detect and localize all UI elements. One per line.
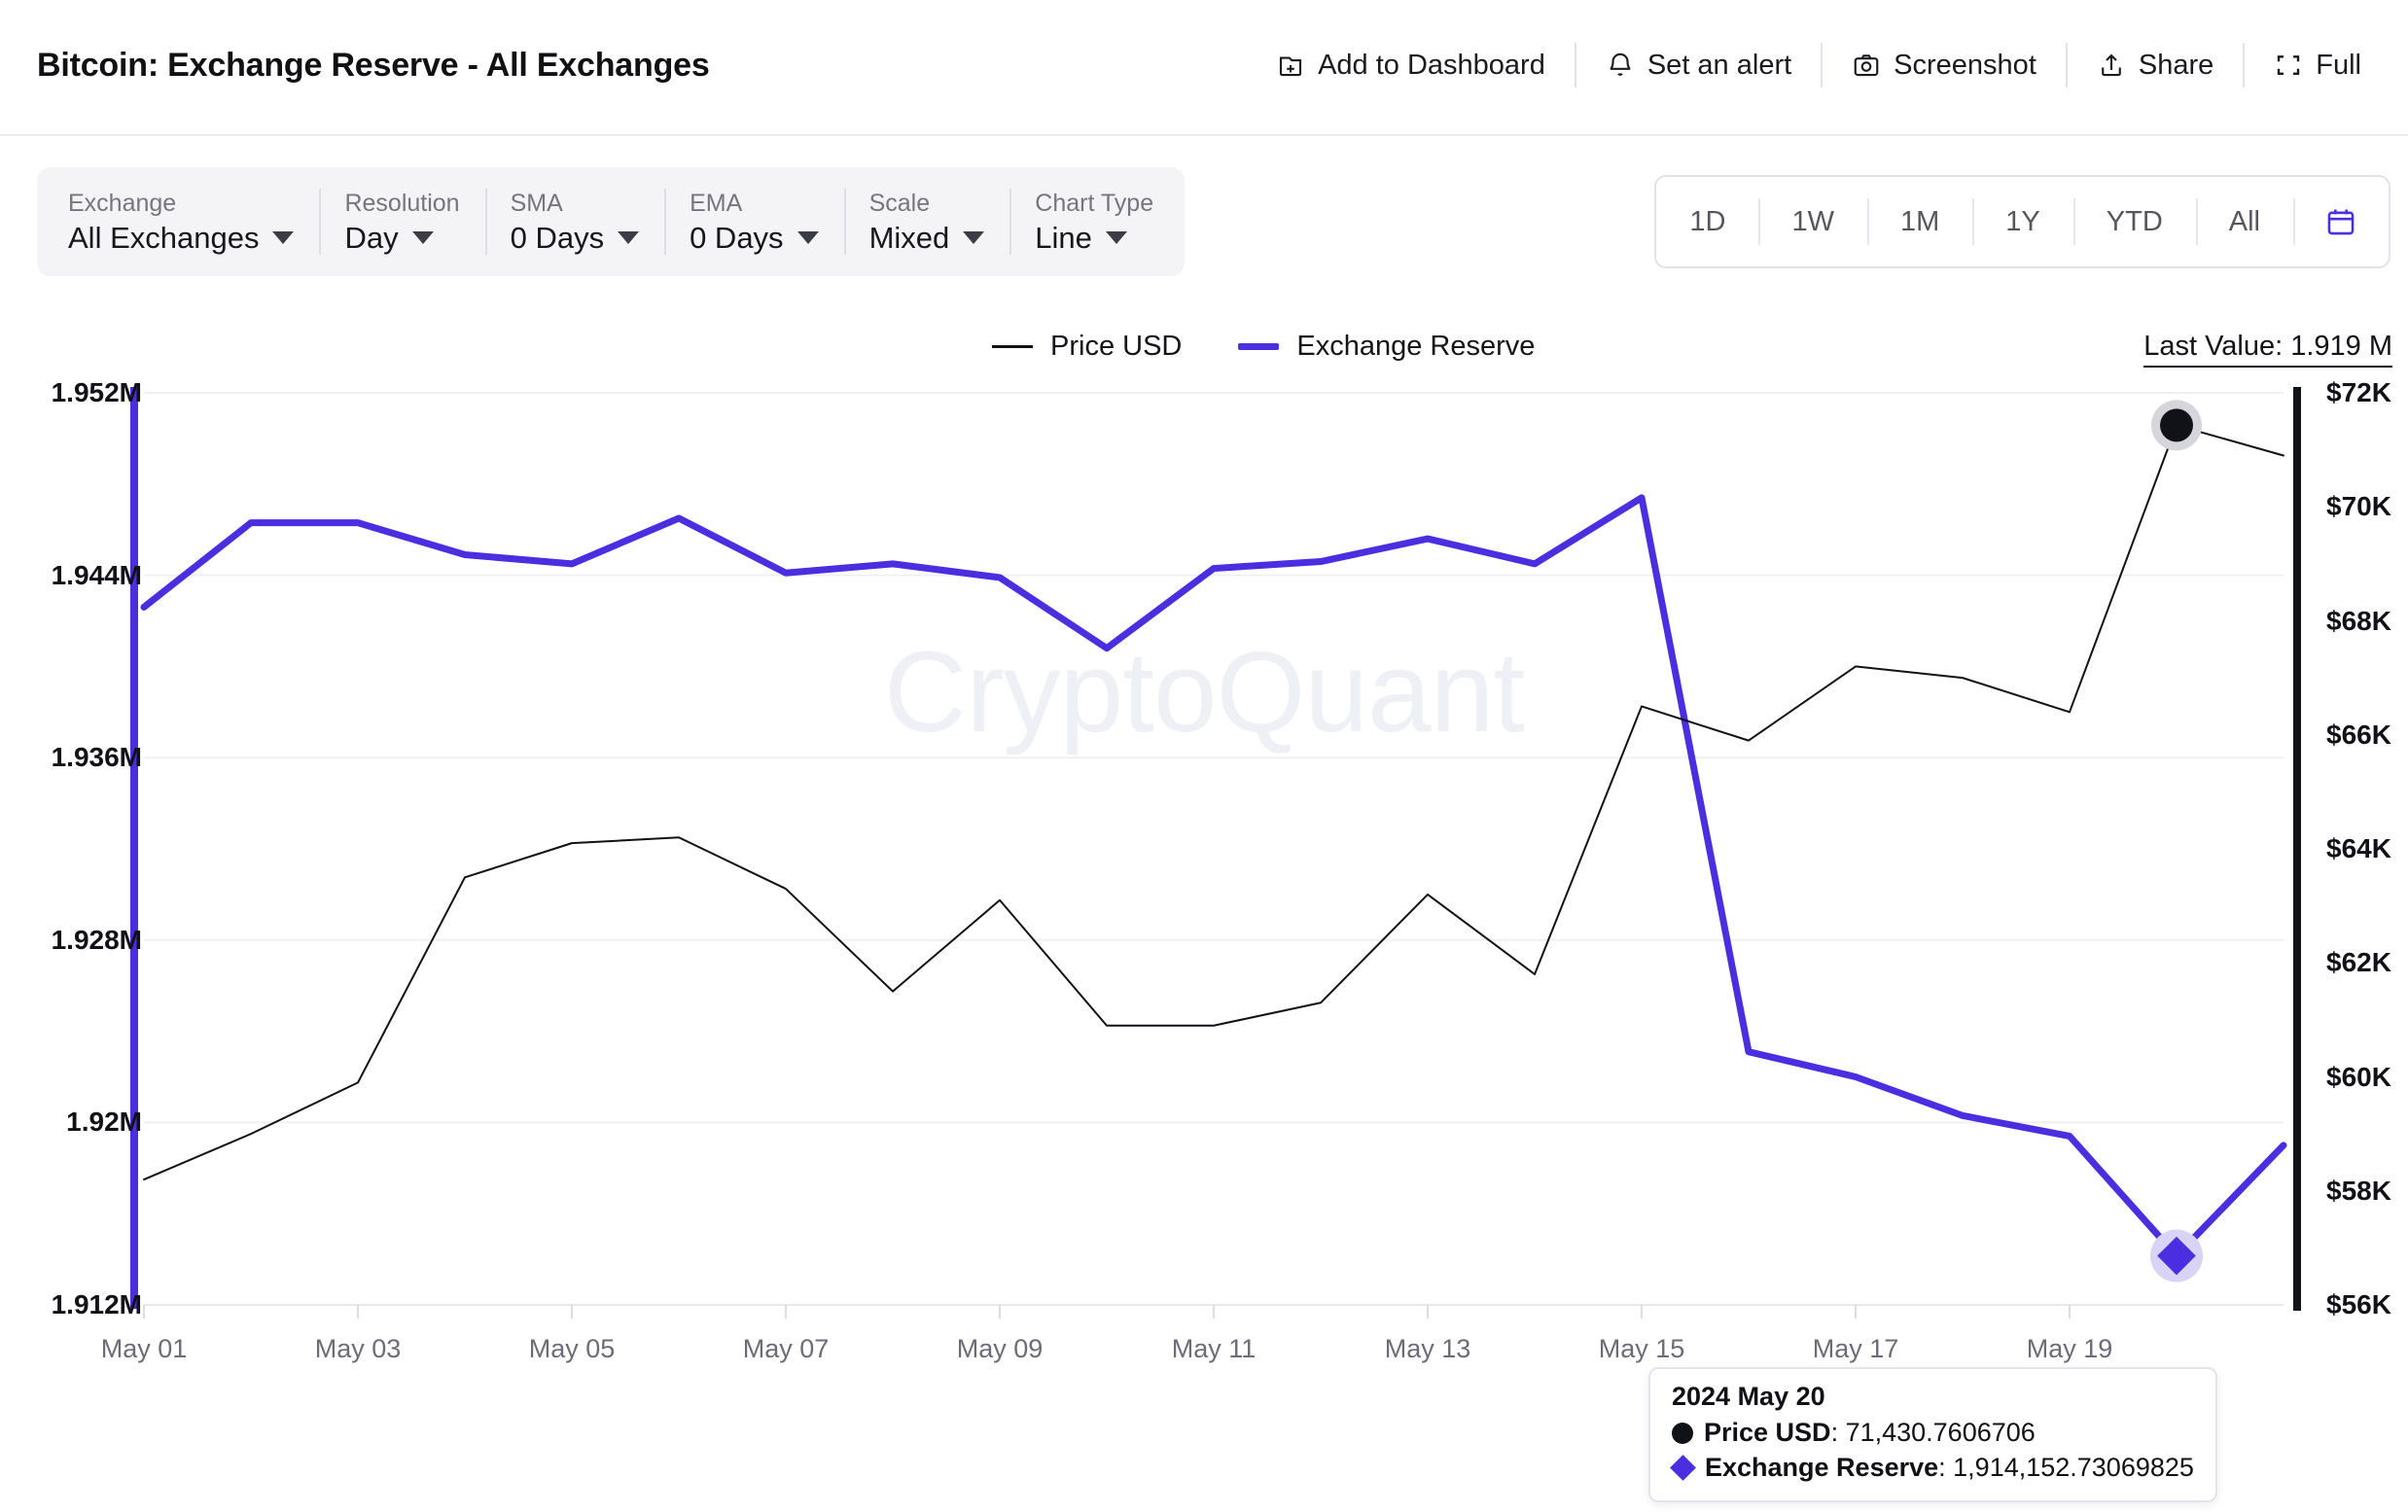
add-to-dashboard-label: Add to Dashboard bbox=[1318, 49, 1545, 81]
x-axis-tick: May 19 bbox=[2026, 1334, 2113, 1363]
filter-chart-type-label: Chart Type bbox=[1035, 189, 1154, 217]
filter-ema-value: 0 Days bbox=[690, 220, 784, 255]
filter-sma-value: 0 Days bbox=[510, 220, 605, 255]
fullscreen-label: Full bbox=[2316, 49, 2361, 81]
chevron-down-icon bbox=[618, 230, 640, 244]
share-icon bbox=[2102, 53, 2121, 77]
filter-resolution-value: Day bbox=[344, 220, 399, 255]
x-axis-tick: May 03 bbox=[314, 1334, 402, 1363]
y-axis-right-tick: $64K bbox=[2326, 833, 2391, 863]
x-axis-tick: May 07 bbox=[742, 1334, 830, 1363]
y-axis-right-tick: $62K bbox=[2326, 947, 2391, 978]
filter-sma-label: SMA bbox=[510, 189, 563, 217]
filter-sma[interactable]: SMA 0 Days bbox=[484, 167, 664, 276]
chevron-down-icon bbox=[272, 230, 295, 244]
y-axis-left-tick: 1.944M bbox=[51, 559, 142, 590]
share-button[interactable]: Share bbox=[2068, 33, 2243, 97]
fullscreen-button[interactable]: Full bbox=[2245, 33, 2390, 97]
diamond-marker-icon bbox=[1670, 1455, 1696, 1481]
tooltip-date: 2024 May 20 bbox=[1672, 1382, 1825, 1411]
filter-resolution-label: Resolution bbox=[344, 189, 460, 217]
filter-ema[interactable]: EMA 0 Days bbox=[664, 167, 843, 276]
range-button-1d[interactable]: 1D bbox=[1656, 177, 1758, 266]
tooltip-key-price-usd: Price USD bbox=[1704, 1418, 1831, 1447]
fullscreen-icon bbox=[2278, 55, 2300, 75]
filter-scale-value: Mixed bbox=[868, 220, 950, 255]
range-button-1w[interactable]: 1W bbox=[1758, 177, 1867, 266]
chart-tooltip: 2024 May 20 Price USD: 71,430.7606706 Ex… bbox=[1648, 1367, 2217, 1503]
y-axis-left-tick: 1.952M bbox=[51, 377, 142, 407]
filter-scale-label: Scale bbox=[868, 189, 931, 217]
y-axis-right-tick: $70K bbox=[2326, 491, 2391, 522]
legend-label-exchange-reserve: Exchange Reserve bbox=[1296, 331, 1536, 362]
camera-icon bbox=[1854, 54, 1879, 77]
y-axis-right-tick: $72K bbox=[2326, 377, 2391, 407]
tooltip-row-exchange-reserve: Exchange Reserve: 1,914,152.73069825 bbox=[1670, 1451, 2194, 1486]
legend-item-exchange-reserve[interactable]: Exchange Reserve bbox=[1238, 331, 1535, 363]
calendar-icon bbox=[2327, 209, 2355, 235]
tooltip-value-price-usd: 71,430.7606706 bbox=[1845, 1418, 2036, 1447]
x-axis-tick: May 13 bbox=[1384, 1334, 1471, 1363]
x-axis-tick: May 09 bbox=[956, 1334, 1044, 1363]
chart-header: Bitcoin: Exchange Reserve - All Exchange… bbox=[0, 0, 2408, 136]
y-axis-left-tick: 1.92M bbox=[66, 1107, 142, 1138]
chevron-down-icon bbox=[963, 230, 985, 244]
screenshot-label: Screenshot bbox=[1894, 49, 2036, 81]
range-button-1m[interactable]: 1M bbox=[1866, 177, 1972, 266]
range-button-all[interactable]: All bbox=[2195, 177, 2293, 266]
y-axis-right-tick: $58K bbox=[2326, 1175, 2391, 1206]
x-axis-tick: May 15 bbox=[1598, 1334, 1685, 1363]
filter-chart-type[interactable]: Chart Type Line bbox=[1009, 167, 1179, 276]
legend-swatch-price-usd bbox=[992, 345, 1033, 348]
x-axis-tick: May 05 bbox=[528, 1334, 616, 1363]
filter-chart-type-value: Line bbox=[1035, 220, 1092, 255]
set-an-alert-label: Set an alert bbox=[1647, 49, 1792, 81]
set-an-alert-button[interactable]: Set an alert bbox=[1576, 33, 1821, 97]
calendar-button[interactable] bbox=[2293, 177, 2389, 266]
filter-resolution[interactable]: Resolution Day bbox=[319, 167, 484, 276]
y-axis-right-tick: $68K bbox=[2326, 605, 2391, 636]
share-label: Share bbox=[2138, 49, 2214, 81]
y-axis-right-tick: $60K bbox=[2326, 1061, 2391, 1092]
tooltip-row-price-usd: Price USD: 71,430.7606706 bbox=[1672, 1416, 2194, 1451]
filter-exchange-value: All Exchanges bbox=[68, 220, 260, 255]
y-axis-right-tick: $56K bbox=[2326, 1289, 2391, 1319]
header-action-bar: Add to Dashboard Set an alert Screenshot bbox=[1247, 33, 2390, 97]
range-button-1y[interactable]: 1Y bbox=[1972, 177, 2072, 266]
filter-scale[interactable]: Scale Mixed bbox=[843, 167, 1010, 276]
x-axis-tick: May 17 bbox=[1812, 1334, 1899, 1363]
legend-label-price-usd: Price USD bbox=[1050, 331, 1183, 362]
add-to-dashboard-button[interactable]: Add to Dashboard bbox=[1247, 33, 1575, 97]
y-axis-left-tick: 1.928M bbox=[51, 924, 142, 955]
legend-item-price-usd[interactable]: Price USD bbox=[992, 331, 1182, 363]
last-value-indicator[interactable]: Last Value: 1.919 M bbox=[2143, 331, 2392, 368]
add-to-dashboard-icon bbox=[1280, 56, 1302, 77]
page-title: Bitcoin: Exchange Reserve - All Exchange… bbox=[37, 47, 710, 84]
chevron-down-icon bbox=[411, 230, 434, 244]
tooltip-value-exchange-reserve: 1,914,152.73069825 bbox=[1953, 1452, 2194, 1482]
filter-exchange-label: Exchange bbox=[68, 189, 177, 217]
chevron-down-icon bbox=[1105, 230, 1127, 244]
circle-marker-icon bbox=[1672, 1422, 1693, 1444]
range-button-ytd[interactable]: YTD bbox=[2072, 177, 2196, 266]
y-axis-right-tick: $66K bbox=[2326, 719, 2391, 750]
chevron-down-icon bbox=[797, 230, 819, 244]
x-axis-tick: May 01 bbox=[100, 1334, 188, 1363]
chart-plot-area[interactable]: CryptoQuant 1.952M 1.944M 1.936M 1.928M 1.92… bbox=[0, 377, 2408, 1507]
filter-exchange[interactable]: Exchange All Exchanges bbox=[43, 167, 319, 276]
time-range-selector: 1D 1W 1M 1Y YTD All bbox=[1654, 175, 2390, 268]
x-axis-tick: May 11 bbox=[1171, 1334, 1257, 1363]
tooltip-key-exchange-reserve: Exchange Reserve bbox=[1705, 1452, 1939, 1482]
bell-icon bbox=[1610, 53, 1631, 76]
legend-swatch-exchange-reserve bbox=[1238, 343, 1280, 350]
filter-ema-label: EMA bbox=[690, 189, 743, 217]
controls-bar: Exchange All Exchanges Resolution Day SM… bbox=[0, 136, 2408, 311]
screenshot-button[interactable]: Screenshot bbox=[1823, 33, 2066, 97]
filter-panel: Exchange All Exchanges Resolution Day SM… bbox=[37, 167, 1186, 276]
y-axis-left-tick: 1.936M bbox=[51, 742, 142, 773]
y-axis-left-tick: 1.912M bbox=[51, 1289, 142, 1319]
chart-legend: Price USD Exchange Reserve Last Value: 1… bbox=[0, 331, 2408, 375]
